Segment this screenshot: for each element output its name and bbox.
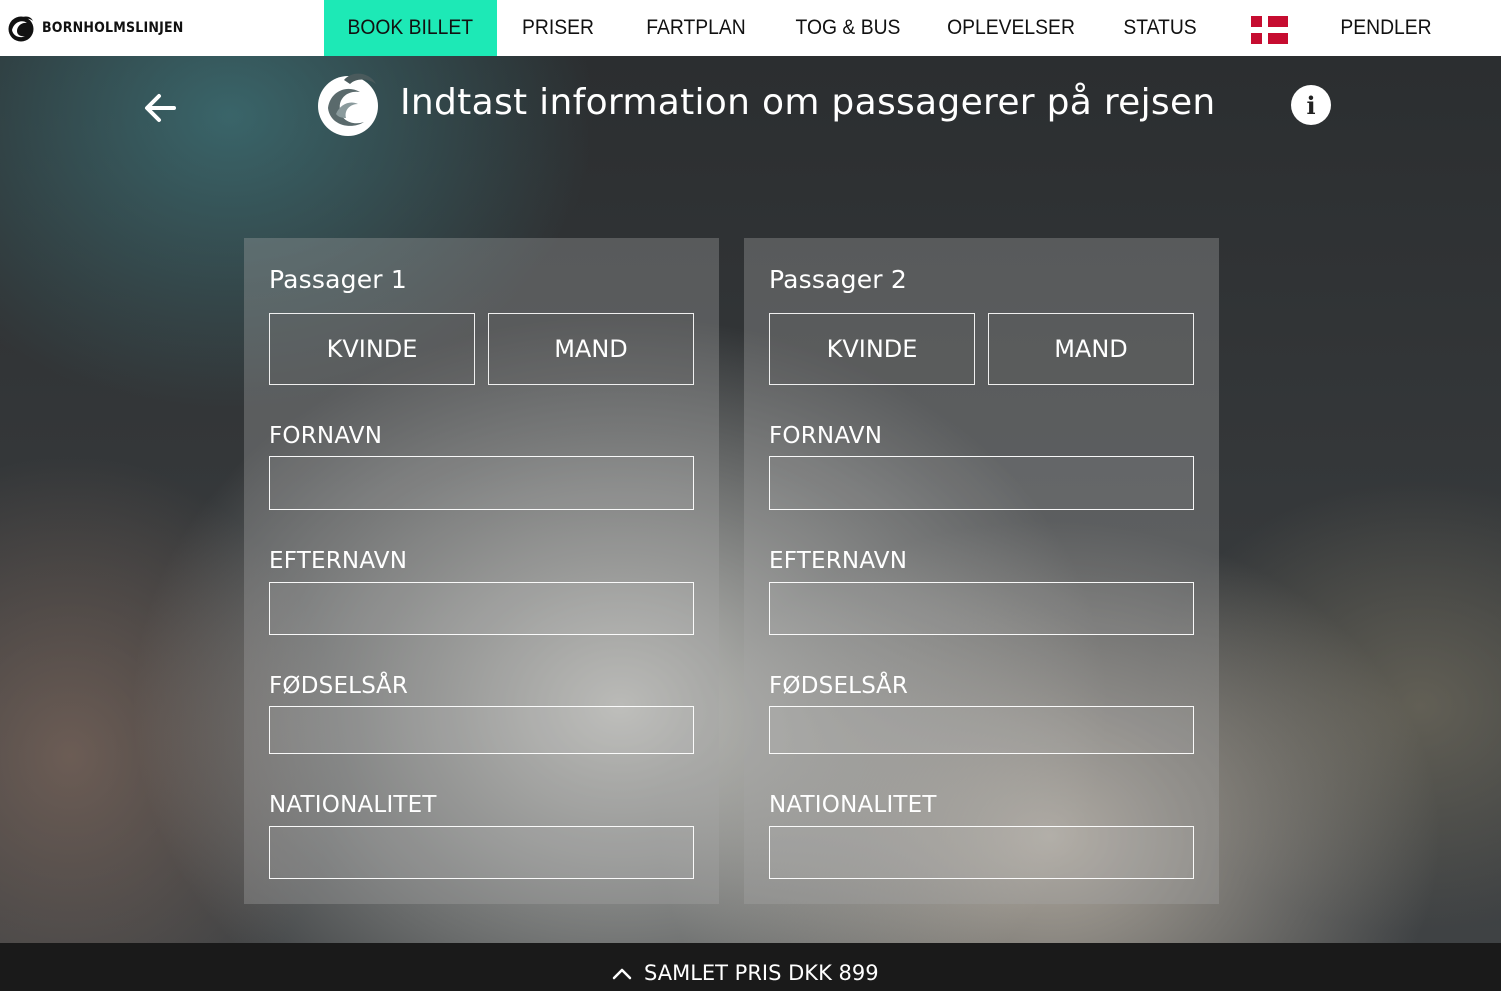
nav-tog-bus[interactable]: TOG & BUS bbox=[793, 0, 903, 56]
gender-female-button[interactable]: KVINDE bbox=[269, 313, 475, 385]
total-price-toggle[interactable]: SAMLET PRIS DKK 899 bbox=[612, 955, 879, 991]
first-name-field[interactable] bbox=[769, 456, 1194, 510]
bornholmslinjen-logo-icon bbox=[8, 16, 34, 42]
nav-oplevelser[interactable]: OPLEVELSER bbox=[946, 0, 1077, 56]
nationality-label: NATIONALITET bbox=[769, 792, 937, 818]
top-navigation: BORNHOLMSLINJEN BOOK BILLET PRISER FARTP… bbox=[0, 0, 1501, 56]
last-name-field[interactable] bbox=[769, 582, 1194, 635]
nationality-label: NATIONALITET bbox=[269, 792, 437, 818]
last-name-label: EFTERNAVN bbox=[769, 548, 908, 574]
nationality-field[interactable] bbox=[769, 826, 1194, 879]
nav-fartplan[interactable]: FARTPLAN bbox=[641, 0, 751, 56]
brand-name: BORNHOLMSLINJEN bbox=[42, 20, 184, 36]
page-title: Indtast information om passagerer på rej… bbox=[400, 82, 1216, 123]
info-icon[interactable]: i bbox=[1291, 85, 1331, 125]
nav-book-billet[interactable]: BOOK BILLET bbox=[324, 0, 497, 56]
gender-male-button[interactable]: MAND bbox=[488, 313, 694, 385]
first-name-label: FORNAVN bbox=[269, 423, 383, 449]
nav-priser[interactable]: PRISER bbox=[516, 0, 601, 56]
passenger-title: Passager 2 bbox=[769, 265, 908, 294]
birth-year-label: FØDSELSÅR bbox=[269, 673, 409, 699]
passenger-2-panel: Passager 2 KVINDE MAND FORNAVN EFTERNAVN… bbox=[744, 238, 1219, 904]
nav-pendler[interactable]: PENDLER bbox=[1334, 0, 1437, 56]
total-price-label: SAMLET PRIS DKK 899 bbox=[644, 961, 879, 985]
passenger-1-panel: Passager 1 KVINDE MAND FORNAVN EFTERNAVN… bbox=[244, 238, 719, 904]
first-name-label: FORNAVN bbox=[769, 423, 883, 449]
passenger-title: Passager 1 bbox=[269, 265, 408, 294]
denmark-flag-icon[interactable] bbox=[1251, 16, 1288, 44]
birth-year-label: FØDSELSÅR bbox=[769, 673, 909, 699]
birth-year-field[interactable] bbox=[769, 706, 1194, 754]
last-name-field[interactable] bbox=[269, 582, 694, 635]
birth-year-field[interactable] bbox=[269, 706, 694, 754]
nav-status[interactable]: STATUS bbox=[1118, 0, 1203, 56]
chevron-up-icon bbox=[612, 968, 632, 980]
gender-female-button[interactable]: KVINDE bbox=[769, 313, 975, 385]
first-name-field[interactable] bbox=[269, 456, 694, 510]
arrow-left-icon[interactable] bbox=[140, 88, 180, 128]
gender-male-button[interactable]: MAND bbox=[988, 313, 1194, 385]
nationality-field[interactable] bbox=[269, 826, 694, 879]
brand-logo-link[interactable]: BORNHOLMSLINJEN bbox=[6, 14, 184, 42]
bornholmslinjen-logo-icon bbox=[318, 73, 378, 136]
last-name-label: EFTERNAVN bbox=[269, 548, 408, 574]
